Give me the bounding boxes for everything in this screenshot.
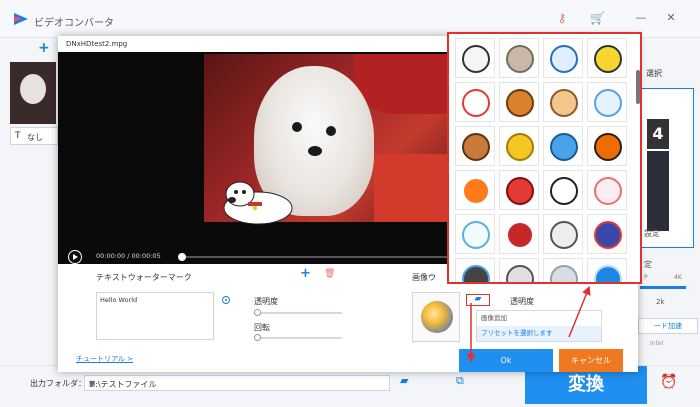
rotation-slider[interactable] bbox=[254, 334, 342, 341]
bunny-sticker[interactable] bbox=[587, 82, 627, 122]
intel-label: Intel bbox=[650, 340, 664, 347]
beaver-sticker[interactable] bbox=[499, 82, 539, 122]
text-watermark-section: テキストウォーターマーク + 🗑 Hello World 透明度 回転 bbox=[58, 264, 348, 364]
select-label: 選択 bbox=[646, 69, 662, 78]
cancel-button[interactable]: キャンセル bbox=[559, 349, 623, 372]
close-icon[interactable]: ✕ bbox=[664, 11, 678, 25]
app-title: ビデオコンバータ bbox=[34, 18, 114, 29]
bear-sticker[interactable] bbox=[455, 126, 495, 166]
slider-right-label: 4K bbox=[674, 274, 682, 281]
key-icon[interactable]: ⚷ bbox=[555, 11, 569, 25]
robot-sticker[interactable] bbox=[587, 214, 627, 254]
add-file-button[interactable]: + bbox=[38, 40, 50, 56]
format-thumb bbox=[647, 151, 669, 231]
tutorial-link[interactable]: チュートリアル > bbox=[76, 354, 133, 364]
tiger-sticker[interactable] bbox=[455, 38, 495, 78]
ghost-sticker[interactable] bbox=[543, 38, 583, 78]
play-icon[interactable] bbox=[68, 250, 82, 264]
alarm-icon[interactable]: ⏰ bbox=[660, 374, 677, 390]
smiley-sticker[interactable] bbox=[543, 126, 583, 166]
video-thumbnail[interactable] bbox=[10, 62, 56, 124]
image-source-menu: 画像追加 プリセットを選択します bbox=[476, 310, 602, 342]
preset-sticker-panel bbox=[447, 32, 642, 284]
dog-sticker[interactable] bbox=[543, 170, 583, 210]
time-display: 00:00:00 / 00:00:05 bbox=[96, 252, 161, 260]
apple-sticker[interactable] bbox=[499, 170, 539, 210]
opacity-label: 透明度 bbox=[254, 297, 278, 306]
opacity-slider[interactable] bbox=[254, 309, 342, 316]
folder-open-icon[interactable]: ▰ bbox=[466, 294, 490, 306]
quality-label: 定 bbox=[644, 260, 652, 269]
screen-sticker[interactable] bbox=[587, 258, 627, 282]
sheep-sticker[interactable] bbox=[499, 38, 539, 78]
merge-icon[interactable]: ⧉ bbox=[456, 374, 470, 387]
laptop-sticker[interactable] bbox=[499, 258, 539, 282]
cart-icon[interactable]: 🛒 bbox=[590, 11, 605, 25]
toon-sticker[interactable] bbox=[543, 214, 583, 254]
text-icon: T bbox=[15, 131, 21, 141]
slider-left-label: P bbox=[644, 274, 648, 281]
format-box[interactable]: 4 bbox=[638, 88, 694, 248]
fish-sticker[interactable] bbox=[455, 170, 495, 210]
style-radio-icon[interactable] bbox=[222, 296, 230, 304]
decepticon-sticker[interactable] bbox=[499, 214, 539, 254]
menu-item-add-image[interactable]: 画像追加 bbox=[477, 311, 601, 326]
dialog-title: DNxHDtest2.mpg bbox=[66, 40, 128, 48]
quality-slider[interactable] bbox=[640, 286, 686, 289]
watermark-text-input[interactable]: Hello World bbox=[96, 292, 214, 340]
seek-handle[interactable] bbox=[178, 253, 186, 261]
add-text-button[interactable]: + bbox=[300, 266, 311, 281]
subtitle-value: なし bbox=[27, 133, 43, 142]
seek-bar[interactable] bbox=[182, 256, 478, 258]
rotation-label: 回転 bbox=[254, 323, 270, 332]
text-watermark-header: テキストウォーターマーク bbox=[96, 273, 192, 282]
monitor-sticker[interactable] bbox=[455, 258, 495, 282]
menu-item-select-preset[interactable]: プリセットを選択します bbox=[477, 326, 601, 341]
right-panel: 選択 4 設定 定 P 4K 2k ード加速 Intel bbox=[634, 56, 700, 356]
bomb-sticker[interactable] bbox=[587, 126, 627, 166]
folder-icon[interactable]: ▰ bbox=[400, 374, 414, 387]
watermark-text-value: Hello World bbox=[100, 296, 138, 304]
puffer-sticker[interactable] bbox=[499, 126, 539, 166]
blush-sticker[interactable] bbox=[587, 170, 627, 210]
settings-label[interactable]: 設定 bbox=[644, 228, 660, 239]
subtitle-select[interactable]: T なし bbox=[10, 127, 58, 145]
chevron-down-icon[interactable]: ▼ bbox=[89, 379, 385, 388]
ok-button[interactable]: Ok bbox=[459, 349, 553, 372]
scrollbar[interactable] bbox=[636, 70, 640, 104]
quality-value: 2k bbox=[656, 298, 665, 306]
hw-accel-button[interactable]: ード加速 bbox=[638, 318, 698, 334]
trash-icon[interactable]: 🗑 bbox=[324, 269, 335, 279]
output-folder-field[interactable]: D:\テストファイル ▼ bbox=[84, 375, 390, 391]
app-logo-icon bbox=[14, 13, 28, 25]
image-opacity-label: 透明度 bbox=[510, 297, 534, 306]
watermark-sticker[interactable] bbox=[218, 172, 298, 232]
minimize-icon[interactable]: — bbox=[634, 11, 648, 25]
kitty-sticker[interactable] bbox=[455, 82, 495, 122]
bubble-sticker[interactable] bbox=[455, 214, 495, 254]
output-folder-label: 出力フォルダ： bbox=[30, 379, 86, 388]
cat-sticker[interactable] bbox=[543, 82, 583, 122]
image-preview bbox=[412, 292, 460, 342]
homer-sticker[interactable] bbox=[587, 38, 627, 78]
video-preview: 00:00:00 / 00:00:05 bbox=[58, 52, 478, 264]
cd-sticker[interactable] bbox=[543, 258, 583, 282]
format-badge: 4 bbox=[647, 119, 669, 149]
image-watermark-header: 画像ウ bbox=[412, 273, 436, 282]
